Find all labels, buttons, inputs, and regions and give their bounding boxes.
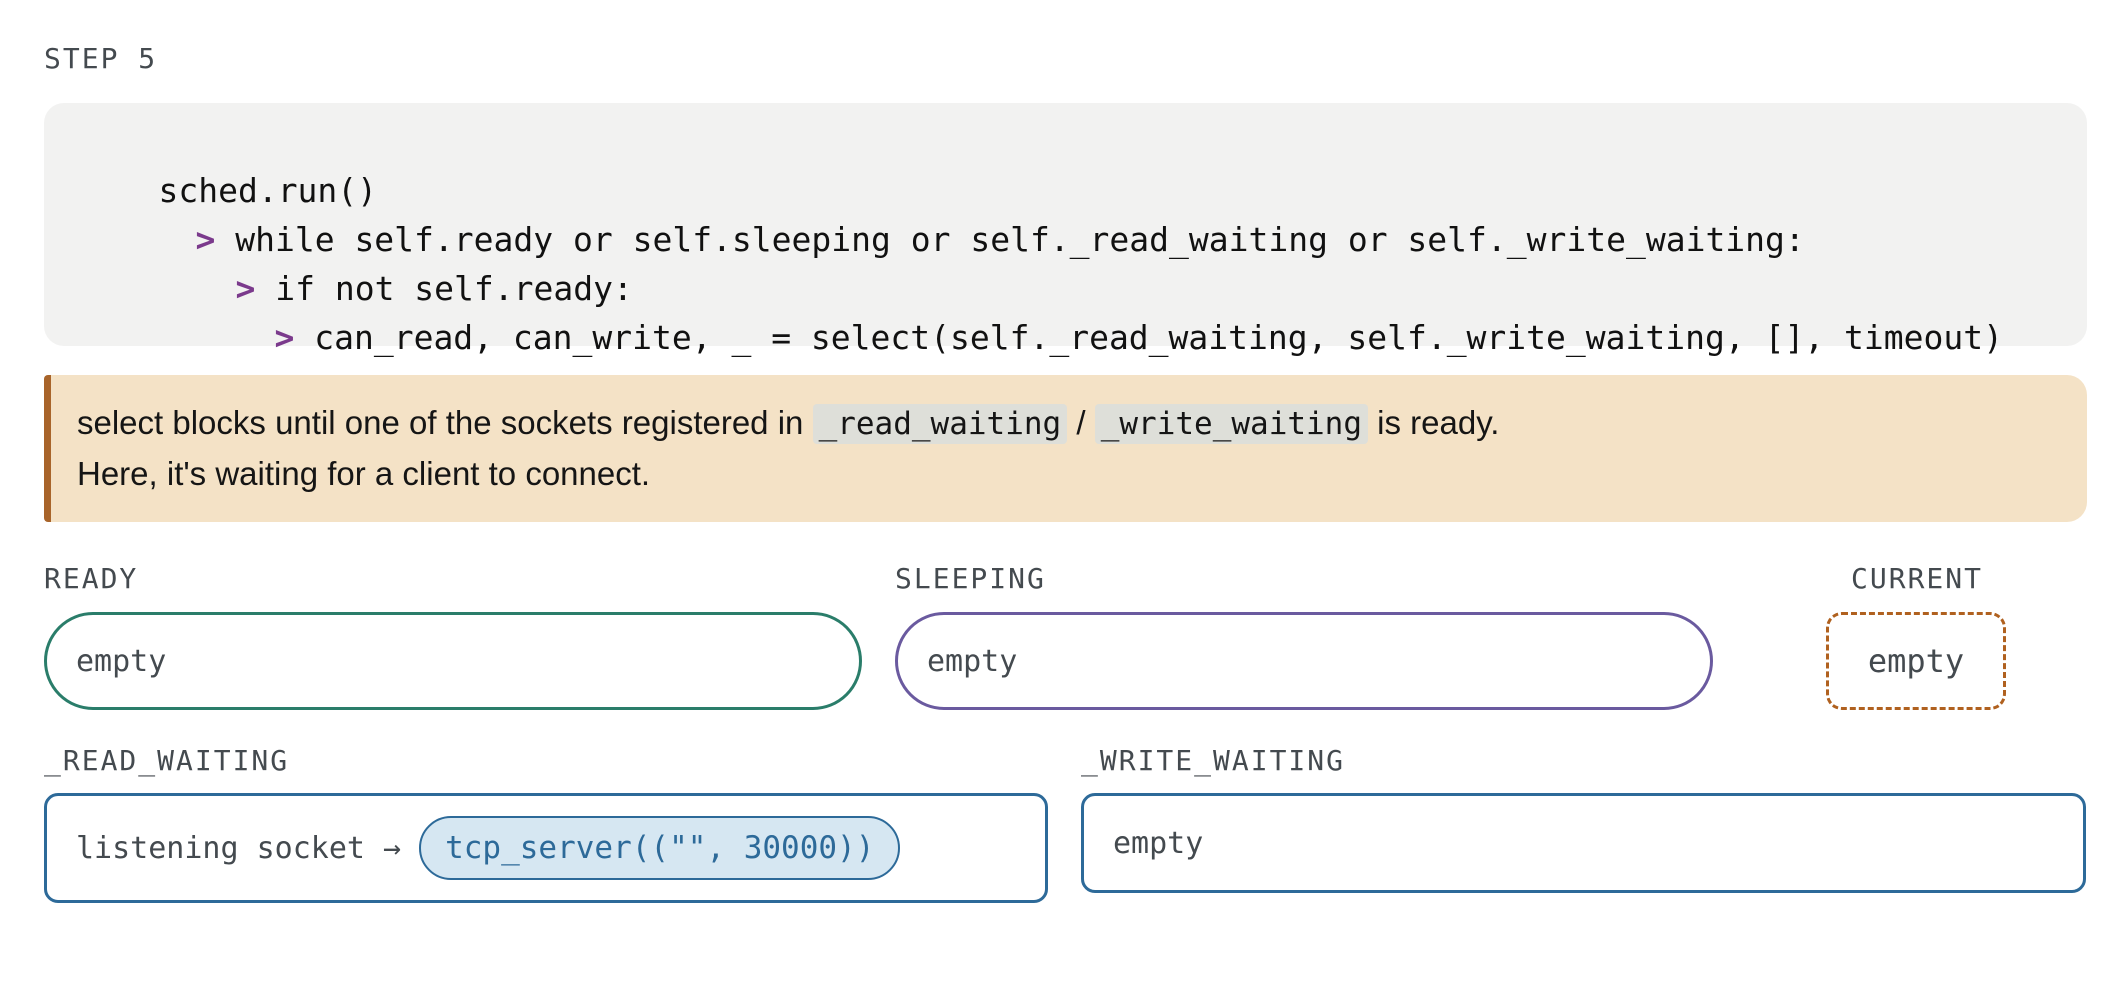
task-chip-tcp-server: tcp_server(("", 30000)) bbox=[419, 816, 901, 880]
note-text: select blocks until one of the sockets r… bbox=[77, 404, 813, 441]
note-text: is ready. bbox=[1368, 404, 1500, 441]
inline-code-read-waiting: _read_waiting bbox=[812, 404, 1068, 444]
step-label: STEP 5 bbox=[44, 42, 158, 75]
code-text: can_read, can_write, _ = select(self._re… bbox=[314, 318, 2003, 357]
ready-queue: empty bbox=[44, 612, 862, 710]
current-task-content: empty bbox=[1867, 642, 1965, 680]
write-waiting-label: _WRITE_WAITING bbox=[1081, 744, 1346, 777]
current-task-box: empty bbox=[1826, 612, 2006, 710]
read-waiting-queue: listening socket → tcp_server(("", 30000… bbox=[44, 793, 1048, 903]
inline-code-write-waiting: _write_waiting bbox=[1094, 404, 1369, 444]
read-waiting-label: _READ_WAITING bbox=[44, 744, 290, 777]
sleeping-queue-content: empty bbox=[927, 643, 1018, 679]
note-separator: / bbox=[1067, 404, 1095, 441]
write-waiting-content: empty bbox=[1113, 825, 1204, 861]
write-waiting-queue: empty bbox=[1081, 793, 2086, 893]
sleeping-queue: empty bbox=[895, 612, 1713, 710]
ready-label: READY bbox=[44, 562, 139, 595]
note-line-2: Here, it's waiting for a client to conne… bbox=[77, 455, 651, 492]
ready-queue-content: empty bbox=[76, 643, 167, 679]
listening-socket-label: listening socket → bbox=[76, 830, 402, 866]
sleeping-label: SLEEPING bbox=[895, 562, 1046, 595]
step-arrow-icon: > bbox=[274, 318, 295, 357]
explanation-note bbox=[44, 375, 2087, 522]
note-line-1: select blocks until one of the sockets r… bbox=[77, 401, 1499, 445]
code-panel: sched.run() > while self.ready or self.s… bbox=[44, 103, 2087, 357]
current-label: CURRENT bbox=[1851, 562, 1984, 595]
